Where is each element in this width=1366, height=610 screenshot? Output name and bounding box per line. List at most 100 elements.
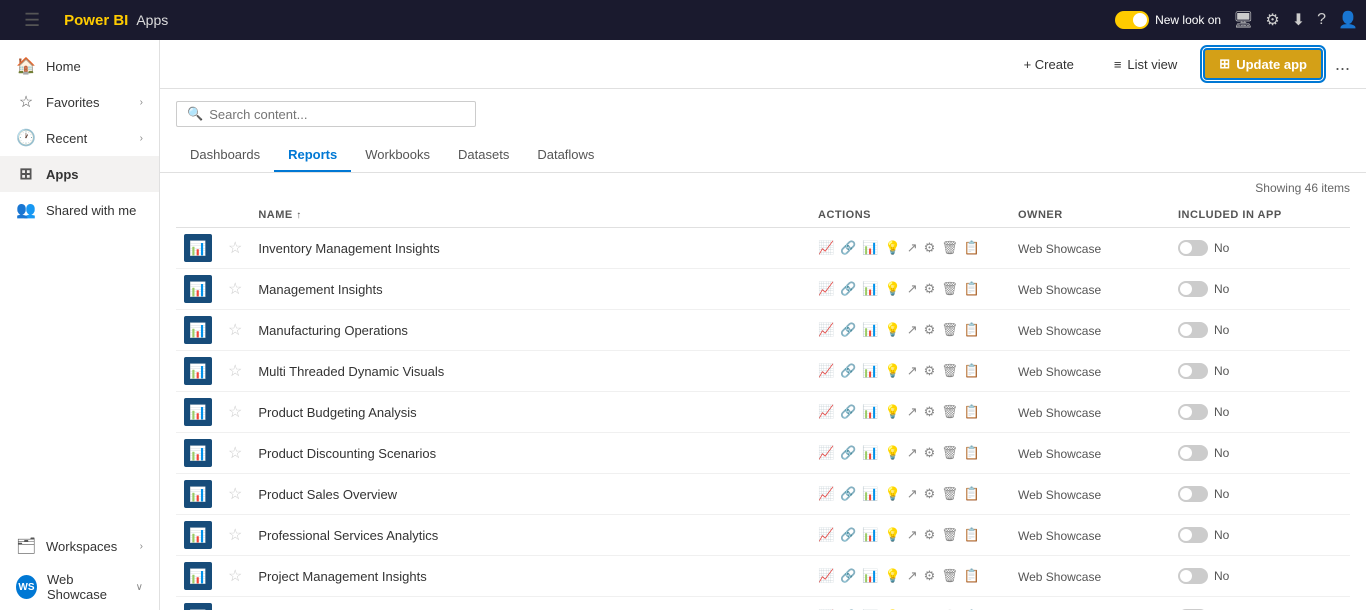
insight-icon[interactable]: 💡 — [885, 568, 901, 584]
link-icon[interactable]: 🔗 — [840, 568, 856, 584]
search-input[interactable] — [209, 107, 465, 122]
list-view-button[interactable]: ≡ List view — [1100, 51, 1191, 78]
analyze-icon[interactable]: 📊 — [862, 240, 878, 256]
tab-dashboards[interactable]: Dashboards — [176, 139, 274, 172]
trend-icon[interactable]: 📈 — [818, 322, 834, 338]
settings-icon[interactable]: ⚙ — [924, 363, 936, 379]
help-icon[interactable]: ? — [1317, 11, 1326, 29]
toggle-switch[interactable] — [1115, 11, 1149, 29]
hamburger-icon[interactable]: ☰ — [8, 0, 56, 41]
sidebar-item-favorites[interactable]: ☆ Favorites › — [0, 84, 159, 120]
link-icon[interactable]: 🔗 — [840, 445, 856, 461]
update-app-button[interactable]: ⊞ Update app — [1203, 48, 1323, 80]
delete-icon[interactable]: 🗑 — [941, 322, 958, 338]
sidebar-item-web-showcase[interactable]: WS Web Showcase ∨ — [0, 564, 159, 610]
analyze-icon[interactable]: 📊 — [862, 322, 878, 338]
included-toggle[interactable] — [1178, 568, 1208, 584]
share-icon[interactable]: ↗ — [907, 322, 918, 338]
tab-datasets[interactable]: Datasets — [444, 139, 523, 172]
insight-icon[interactable]: 💡 — [885, 240, 901, 256]
report-name[interactable]: Product Sales Overview — [258, 487, 397, 502]
analyze-icon[interactable]: 📊 — [862, 404, 878, 420]
settings-icon[interactable]: ⚙ — [924, 486, 936, 502]
tab-workbooks[interactable]: Workbooks — [351, 139, 444, 172]
copy-icon[interactable]: 📋 — [964, 240, 980, 256]
monitor-icon[interactable]: 🖥 — [1233, 10, 1253, 30]
included-toggle[interactable] — [1178, 486, 1208, 502]
report-name[interactable]: Professional Services Analytics — [258, 528, 438, 543]
sidebar-item-apps[interactable]: ⊞ Apps — [0, 156, 159, 192]
share-icon[interactable]: ↗ — [907, 445, 918, 461]
download-icon[interactable]: ⬇ — [1292, 10, 1305, 30]
copy-icon[interactable]: 📋 — [964, 363, 980, 379]
share-icon[interactable]: ↗ — [907, 404, 918, 420]
favorite-star[interactable]: ☆ — [228, 240, 242, 257]
delete-icon[interactable]: 🗑 — [941, 445, 958, 461]
included-toggle[interactable] — [1178, 240, 1208, 256]
trend-icon[interactable]: 📈 — [818, 486, 834, 502]
link-icon[interactable]: 🔗 — [840, 486, 856, 502]
delete-icon[interactable]: 🗑 — [941, 281, 958, 297]
report-name[interactable]: Multi Threaded Dynamic Visuals — [258, 364, 444, 379]
favorite-star[interactable]: ☆ — [228, 568, 242, 585]
link-icon[interactable]: 🔗 — [840, 363, 856, 379]
link-icon[interactable]: 🔗 — [840, 527, 856, 543]
copy-icon[interactable]: 📋 — [964, 281, 980, 297]
tab-reports[interactable]: Reports — [274, 139, 351, 172]
link-icon[interactable]: 🔗 — [840, 404, 856, 420]
analyze-icon[interactable]: 📊 — [862, 281, 878, 297]
delete-icon[interactable]: 🗑 — [941, 486, 958, 502]
included-toggle[interactable] — [1178, 404, 1208, 420]
sidebar-item-workspaces[interactable]: 🗂 Workspaces › — [0, 528, 159, 564]
included-toggle[interactable] — [1178, 363, 1208, 379]
link-icon[interactable]: 🔗 — [840, 240, 856, 256]
report-name[interactable]: Management Insights — [258, 282, 382, 297]
favorite-star[interactable]: ☆ — [228, 527, 242, 544]
copy-icon[interactable]: 📋 — [964, 404, 980, 420]
report-name[interactable]: Inventory Management Insights — [258, 241, 439, 256]
share-icon[interactable]: ↗ — [907, 527, 918, 543]
insight-icon[interactable]: 💡 — [885, 404, 901, 420]
settings-icon[interactable]: ⚙ — [924, 322, 936, 338]
delete-icon[interactable]: 🗑 — [941, 527, 958, 543]
delete-icon[interactable]: 🗑 — [941, 404, 958, 420]
sidebar-item-home[interactable]: 🏠 Home — [0, 48, 159, 84]
delete-icon[interactable]: 🗑 — [941, 568, 958, 584]
favorite-star[interactable]: ☆ — [228, 322, 242, 339]
report-name[interactable]: Product Discounting Scenarios — [258, 446, 436, 461]
favorite-star[interactable]: ☆ — [228, 363, 242, 380]
copy-icon[interactable]: 📋 — [964, 445, 980, 461]
sidebar-item-recent[interactable]: 🕐 Recent › — [0, 120, 159, 156]
share-icon[interactable]: ↗ — [907, 363, 918, 379]
insight-icon[interactable]: 💡 — [885, 486, 901, 502]
insight-icon[interactable]: 💡 — [885, 445, 901, 461]
analyze-icon[interactable]: 📊 — [862, 486, 878, 502]
th-name[interactable]: NAME ↑ — [250, 203, 810, 228]
favorite-star[interactable]: ☆ — [228, 281, 242, 298]
analyze-icon[interactable]: 📊 — [862, 527, 878, 543]
share-icon[interactable]: ↗ — [907, 568, 918, 584]
included-toggle[interactable] — [1178, 322, 1208, 338]
favorite-star[interactable]: ☆ — [228, 404, 242, 421]
favorite-star[interactable]: ☆ — [228, 445, 242, 462]
trend-icon[interactable]: 📈 — [818, 445, 834, 461]
copy-icon[interactable]: 📋 — [964, 486, 980, 502]
analyze-icon[interactable]: 📊 — [862, 445, 878, 461]
insight-icon[interactable]: 💡 — [885, 322, 901, 338]
link-icon[interactable]: 🔗 — [840, 322, 856, 338]
analyze-icon[interactable]: 📊 — [862, 363, 878, 379]
trend-icon[interactable]: 📈 — [818, 240, 834, 256]
trend-icon[interactable]: 📈 — [818, 568, 834, 584]
favorite-star[interactable]: ☆ — [228, 486, 242, 503]
account-icon[interactable]: 👤 — [1338, 10, 1358, 30]
analyze-icon[interactable]: 📊 — [862, 568, 878, 584]
insight-icon[interactable]: 💡 — [885, 527, 901, 543]
settings-icon[interactable]: ⚙ — [924, 527, 936, 543]
included-toggle[interactable] — [1178, 445, 1208, 461]
included-toggle[interactable] — [1178, 281, 1208, 297]
settings-icon[interactable]: ⚙ — [924, 404, 936, 420]
share-icon[interactable]: ↗ — [907, 281, 918, 297]
settings-icon[interactable]: ⚙ — [924, 240, 936, 256]
delete-icon[interactable]: 🗑 — [941, 240, 958, 256]
copy-icon[interactable]: 📋 — [964, 568, 980, 584]
